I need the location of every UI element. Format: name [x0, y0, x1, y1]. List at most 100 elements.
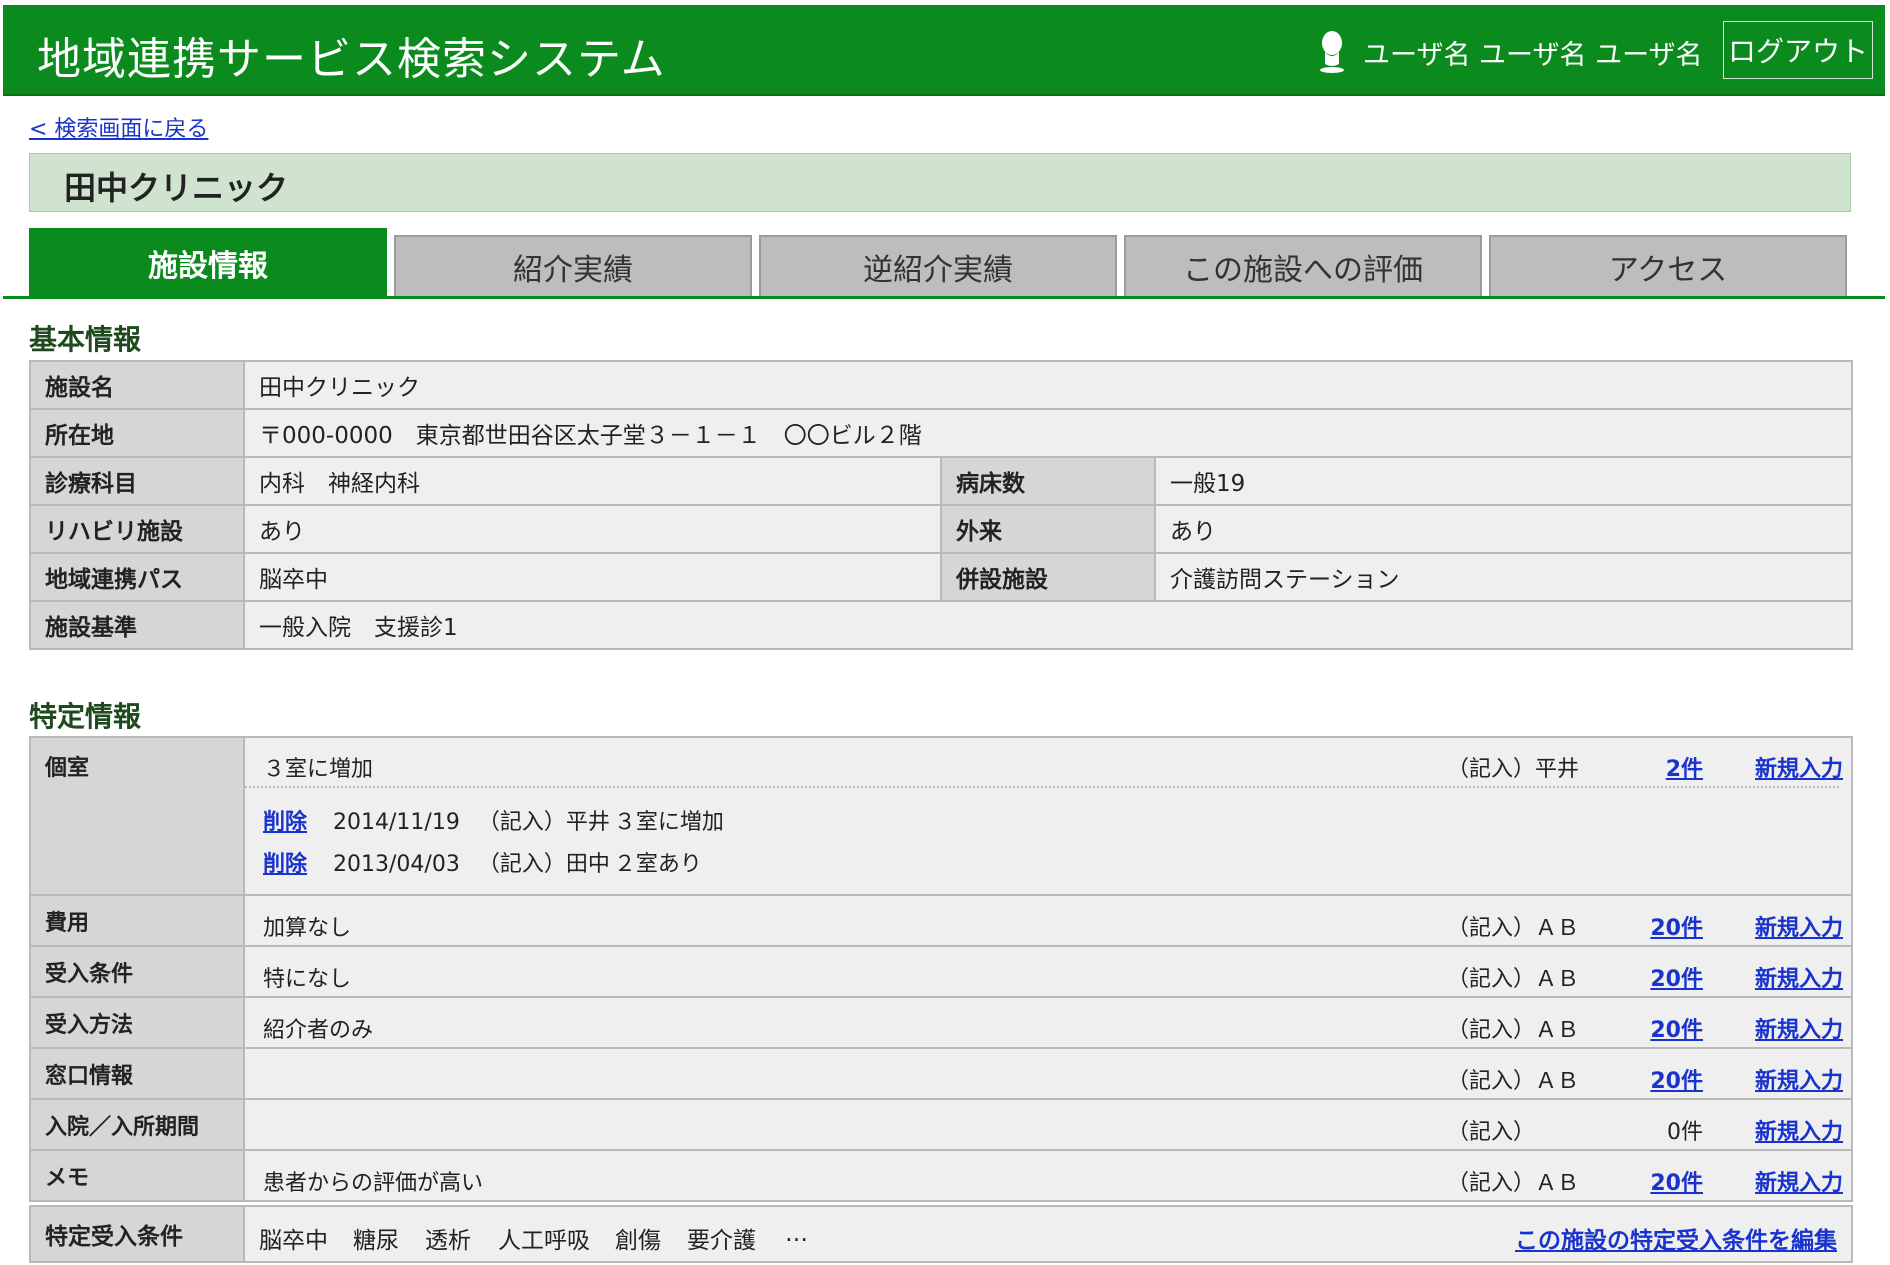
- beds-label: 病床数: [940, 456, 1156, 506]
- edit-acceptance-conditions-link[interactable]: この施設の特定受入条件を編集: [1515, 1221, 1837, 1255]
- cost-new-entry-link[interactable]: 新規入力: [1755, 910, 1843, 942]
- private-room-count: 2件: [1623, 751, 1703, 783]
- address-value: 〒000-0000 東京都世田谷区太子堂３－１－１ 〇〇ビル２階: [242, 408, 1854, 458]
- condition-item: 創傷: [615, 1228, 661, 1254]
- private-room-label: 個室: [29, 736, 245, 896]
- address-label: 所在地: [29, 408, 245, 458]
- department-value: 内科 神経内科: [243, 456, 942, 506]
- acceptance-criteria-new-entry-link[interactable]: 新規入力: [1755, 961, 1843, 993]
- table-row: 診療科目 内科 神経内科 病床数 一般19: [29, 456, 1854, 506]
- back-to-search-link[interactable]: < 検索画面に戻る: [29, 111, 208, 143]
- contact-info-new-entry-link[interactable]: 新規入力: [1755, 1063, 1843, 1095]
- facility-title: 田中クリニック: [64, 169, 289, 207]
- contact-info-label: 窓口情報: [29, 1047, 245, 1100]
- cost-value: 加算なし: [263, 915, 352, 941]
- outpatient-label: 外来: [940, 504, 1156, 554]
- outpatient-value: あり: [1153, 504, 1854, 554]
- private-room-entry: （記入）平井: [1447, 757, 1580, 782]
- table-row: 施設名 田中クリニック: [29, 360, 1854, 410]
- table-row: リハビリ施設 あり 外来 あり: [29, 504, 1854, 554]
- table-row: 入院／入所期間 （記入） 0件 新規入力: [29, 1098, 1853, 1151]
- contact-info-count-link[interactable]: 20件: [1650, 1069, 1703, 1094]
- acceptance-conditions-list: 脳卒中 糖尿 透析 人工呼吸 創傷 要介護 … この施設の特定受入条件を編集: [245, 1208, 1851, 1260]
- table-row: メモ 患者からの評価が高い （記入）ＡＢ 20件 新規入力: [29, 1149, 1853, 1202]
- memo-entry: （記入）ＡＢ: [1447, 1170, 1580, 1196]
- condition-item: …: [785, 1221, 808, 1247]
- private-room-value: ３室に増加: [263, 757, 374, 782]
- regional-path-value: 脳卒中: [243, 552, 942, 602]
- admission-period-entry: （記入）: [1447, 1119, 1536, 1145]
- rehab-value: あり: [243, 504, 942, 554]
- facility-standard-value: 一般入院 支援診1: [242, 600, 1854, 650]
- user-name: ユーザ名 ユーザ名 ユーザ名: [1363, 39, 1703, 71]
- delete-link[interactable]: 削除: [263, 852, 307, 877]
- tab-access[interactable]: アクセス: [1489, 235, 1847, 296]
- table-row: 個室 ３室に増加 （記入）平井 2件 新規入力 削除 2014/11/19 （記入）…: [29, 736, 1853, 896]
- table-row: 特定受入条件 脳卒中 糖尿 透析 人工呼吸 創傷 要介護 … この施設の特定受入…: [29, 1205, 1853, 1263]
- table-row: 施設基準 一般入院 支援診1: [29, 600, 1854, 650]
- memo-label: メモ: [29, 1149, 245, 1202]
- logout-button[interactable]: ログアウト: [1723, 21, 1873, 79]
- private-room-count-link[interactable]: 2件: [1666, 757, 1703, 782]
- table-row: 費用 加算なし （記入）ＡＢ 20件 新規入力: [29, 894, 1853, 947]
- acceptance-method-value: 紹介者のみ: [263, 1017, 374, 1043]
- tab-facility-info[interactable]: 施設情報: [29, 228, 387, 296]
- condition-item: 糖尿: [353, 1228, 399, 1254]
- facility-name-value: 田中クリニック: [242, 360, 1854, 410]
- specific-info-heading: 特定情報: [29, 700, 142, 733]
- tab-reverse-referral-results[interactable]: 逆紹介実績: [759, 235, 1117, 296]
- acceptance-method-entry: （記入）ＡＢ: [1447, 1017, 1580, 1043]
- contact-info-entry: （記入）ＡＢ: [1447, 1068, 1580, 1094]
- condition-item: 脳卒中: [259, 1228, 328, 1254]
- delete-link[interactable]: 削除: [263, 810, 307, 835]
- acceptance-method-count-link[interactable]: 20件: [1650, 1018, 1703, 1043]
- acceptance-method-label: 受入方法: [29, 996, 245, 1049]
- user-area: ユーザ名 ユーザ名 ユーザ名: [1315, 27, 1703, 77]
- memo-value: 患者からの評価が高い: [263, 1170, 484, 1196]
- table-row: 所在地 〒000-0000 東京都世田谷区太子堂３－１－１ 〇〇ビル２階: [29, 408, 1854, 458]
- acceptance-criteria-entry: （記入）ＡＢ: [1447, 966, 1580, 992]
- basic-info-table: 施設名 田中クリニック 所在地 〒000-0000 東京都世田谷区太子堂３－１－…: [29, 360, 1854, 650]
- cost-label: 費用: [29, 894, 245, 947]
- memo-new-entry-link[interactable]: 新規入力: [1755, 1165, 1843, 1197]
- acceptance-criteria-count-link[interactable]: 20件: [1650, 967, 1703, 992]
- admission-period-new-entry-link[interactable]: 新規入力: [1755, 1114, 1843, 1146]
- app-header: 地域連携サービス検索システム ユーザ名 ユーザ名 ユーザ名 ログアウト: [3, 5, 1885, 96]
- annex-facility-value: 介護訪問ステーション: [1153, 552, 1854, 602]
- acceptance-criteria-label: 受入条件: [29, 945, 245, 998]
- history-item: 削除 2014/11/19 （記入）平井 ３室に増加: [263, 804, 724, 836]
- beds-value: 一般19: [1153, 456, 1854, 506]
- app-title: 地域連携サービス検索システム: [37, 34, 666, 85]
- history-author: （記入）平井: [477, 810, 610, 835]
- table-row: 地域連携パス 脳卒中 併設施設 介護訪問ステーション: [29, 552, 1854, 602]
- memo-count-link[interactable]: 20件: [1650, 1171, 1703, 1196]
- acceptance-method-new-entry-link[interactable]: 新規入力: [1755, 1012, 1843, 1044]
- history-note: ２室あり: [613, 852, 702, 877]
- admission-period-count: 0件: [1667, 1119, 1703, 1145]
- table-row: 受入条件 特になし （記入）ＡＢ 20件 新規入力: [29, 945, 1853, 998]
- table-row: 受入方法 紹介者のみ （記入）ＡＢ 20件 新規入力: [29, 996, 1853, 1049]
- tab-facility-evaluation[interactable]: この施設への評価: [1124, 235, 1482, 296]
- facility-name-label: 施設名: [29, 360, 245, 410]
- basic-info-heading: 基本情報: [29, 323, 142, 356]
- cost-count-link[interactable]: 20件: [1650, 916, 1703, 941]
- department-label: 診療科目: [29, 456, 245, 506]
- facility-banner: 田中クリニック: [29, 153, 1851, 212]
- acceptance-conditions-label: 特定受入条件: [29, 1205, 245, 1263]
- condition-item: 人工呼吸: [498, 1228, 590, 1254]
- condition-item: 透析: [425, 1228, 471, 1254]
- annex-facility-label: 併設施設: [940, 552, 1156, 602]
- history-author: （記入）田中: [477, 852, 610, 877]
- table-row: 窓口情報 （記入）ＡＢ 20件 新規入力: [29, 1047, 1853, 1100]
- private-room-cell: ３室に増加 （記入）平井 2件 新規入力 削除 2014/11/19 （記入）平井 ３…: [243, 736, 1853, 896]
- specific-info-table: 個室 ３室に増加 （記入）平井 2件 新規入力 削除 2014/11/19 （記入）…: [29, 736, 1853, 1202]
- history-item: 削除 2013/04/03 （記入）田中 ２室あり: [263, 846, 702, 878]
- regional-path-label: 地域連携パス: [29, 552, 245, 602]
- tab-underline: [3, 296, 1885, 299]
- condition-item: 要介護: [687, 1228, 756, 1254]
- tab-bar: 施設情報 紹介実績 逆紹介実績 この施設への評価 アクセス: [29, 228, 1851, 296]
- acceptance-conditions-table: 特定受入条件 脳卒中 糖尿 透析 人工呼吸 創傷 要介護 … この施設の特定受入…: [29, 1205, 1853, 1263]
- user-icon: [1320, 31, 1344, 73]
- private-room-new-entry-link[interactable]: 新規入力: [1755, 751, 1843, 783]
- tab-referral-results[interactable]: 紹介実績: [394, 235, 752, 296]
